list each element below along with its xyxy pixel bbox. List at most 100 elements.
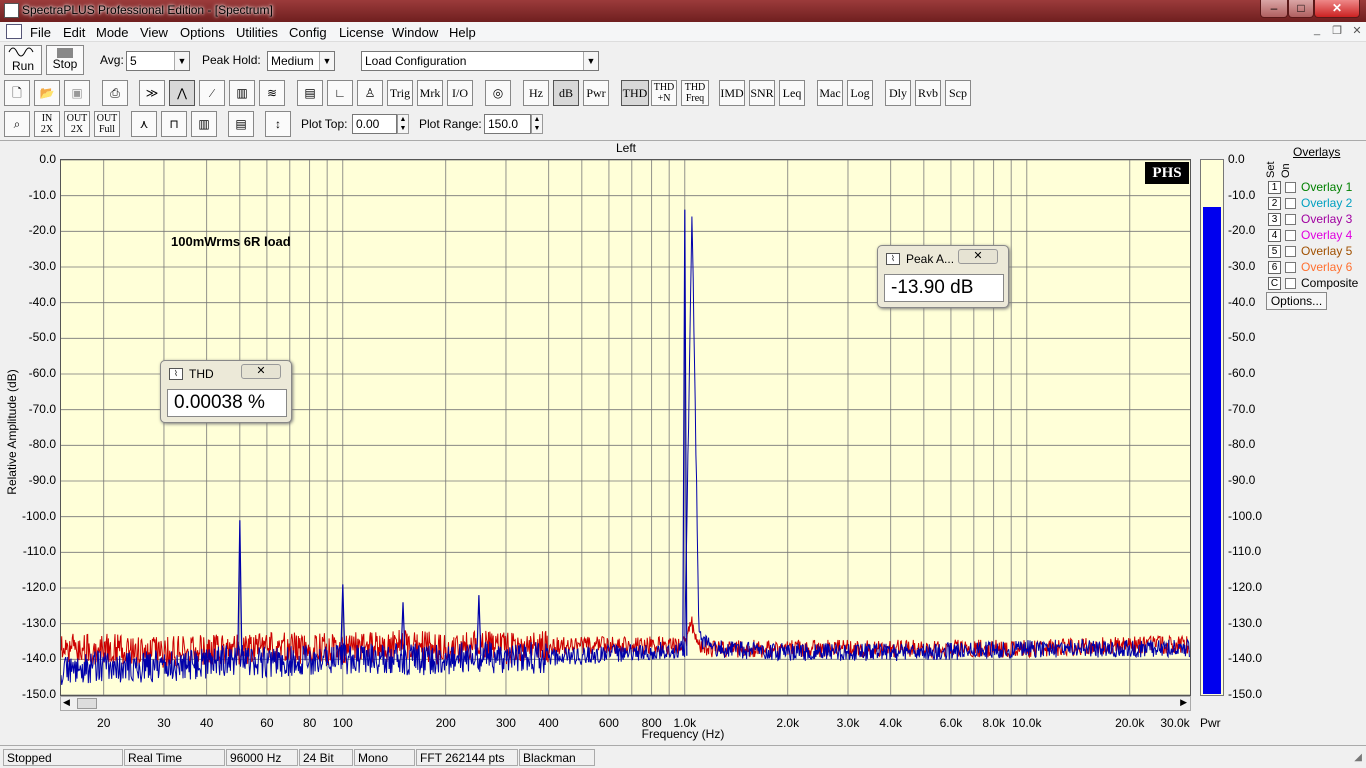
menu-window[interactable]: Window [392, 25, 438, 40]
print-icon[interactable]: ⎙ [102, 80, 128, 106]
menu-view[interactable]: View [140, 25, 168, 40]
y-tick-label: -20.0 [28, 223, 56, 238]
x-tick-label: 300 [495, 716, 516, 730]
axis-icon[interactable]: ∟ [327, 80, 353, 106]
peak-amplitude-window[interactable]: ⌇ Peak A... ✕ -13.90 dB [877, 245, 1009, 308]
scroll-thumb[interactable] [77, 698, 97, 709]
menu-mode[interactable]: Mode [96, 25, 129, 40]
vertical-scale-icon[interactable]: ↕ [265, 111, 291, 137]
overlay-set-button[interactable]: 4 [1268, 229, 1281, 242]
overlay-checkbox[interactable] [1285, 182, 1296, 193]
configuration-select[interactable]: Load Configuration ▼ [361, 51, 599, 71]
pwr-button[interactable]: Pwr [583, 80, 609, 106]
peak-shape-icon[interactable]: ⋏ [131, 111, 157, 137]
spectrum-plot[interactable]: 100mWrms 6R load PHS [60, 159, 1191, 696]
overlay-set-button[interactable]: 5 [1268, 245, 1281, 258]
menu-edit[interactable]: Edit [63, 25, 85, 40]
menu-options[interactable]: Options [180, 25, 225, 40]
open-folder-icon[interactable]: 📂 [34, 80, 60, 106]
time-series-icon[interactable]: ∕ [199, 80, 225, 106]
3d-surface-icon[interactable]: ≋ [259, 80, 285, 106]
leq-button[interactable]: Leq [779, 80, 805, 106]
mrk-button[interactable]: Mrk [417, 80, 443, 106]
octave-bars-icon[interactable]: ⊓ [161, 111, 187, 137]
close-icon[interactable]: ✕ [958, 249, 998, 264]
overlay-checkbox[interactable] [1285, 262, 1296, 273]
overlay-checkbox[interactable] [1285, 198, 1296, 209]
overlay-checkbox[interactable] [1285, 214, 1296, 225]
scroll-left-icon[interactable]: ◀ [63, 697, 70, 708]
hz-button[interactable]: Hz [523, 80, 549, 106]
db-button[interactable]: dB [553, 80, 579, 106]
log-button[interactable]: Log [847, 80, 873, 106]
mdi-minimize-icon[interactable]: _ [1308, 24, 1326, 39]
peakhold-select[interactable]: Medium ▼ [267, 51, 335, 71]
scp-button[interactable]: Scp [945, 80, 971, 106]
overlay-set-button[interactable]: C [1268, 277, 1281, 290]
menu-config[interactable]: Config [289, 25, 327, 40]
menu-file[interactable]: File [30, 25, 51, 40]
horizontal-scrollbar[interactable]: ◀ ▶ [60, 696, 1191, 711]
avg-select[interactable]: 5 ▼ [126, 51, 190, 71]
spectrum-icon[interactable]: ⋀ [169, 80, 195, 106]
overlay-set-button[interactable]: 3 [1268, 213, 1281, 226]
mdi-restore-icon[interactable]: ❐ [1328, 24, 1346, 39]
overlay-checkbox[interactable] [1285, 246, 1296, 257]
imd-button[interactable]: IMD [719, 80, 745, 106]
resize-grip-icon[interactable]: ◢ [1354, 752, 1362, 763]
spectrogram-icon[interactable]: ▥ [229, 80, 255, 106]
power-tick-label: -80.0 [1228, 437, 1256, 452]
x-tick-label: 2.0k [776, 716, 800, 730]
x-tick-label: 600 [598, 716, 619, 730]
menu-utilities[interactable]: Utilities [236, 25, 278, 40]
maximize-button[interactable]: □ [1288, 0, 1314, 18]
overlay-set-button[interactable]: 6 [1268, 261, 1281, 274]
y-tick-label: -50.0 [28, 330, 56, 345]
menu-help[interactable]: Help [449, 25, 476, 40]
overlay-options-button[interactable]: Options... [1266, 292, 1327, 310]
dly-button[interactable]: Dly [885, 80, 911, 106]
overlay-checkbox[interactable] [1285, 230, 1296, 241]
plotrange-input[interactable]: 150.0 [484, 114, 531, 134]
plottop-spinner[interactable]: ▲ ▼ [397, 114, 409, 134]
document-icon[interactable] [6, 24, 22, 39]
save-icon[interactable]: ▣ [64, 80, 90, 106]
plottop-input[interactable]: 0.00 [352, 114, 397, 134]
new-file-icon[interactable]: 🗋 [4, 80, 30, 106]
overlay-set-button[interactable]: 1 [1268, 181, 1281, 194]
x-tick-label: 3.0k [836, 716, 860, 730]
overlay-set-button[interactable]: 2 [1268, 197, 1281, 210]
mac-button[interactable]: Mac [817, 80, 843, 106]
harmonic-peak [476, 595, 482, 656]
magnifier-icon[interactable]: ⌕ [4, 111, 30, 137]
stop-button[interactable]: Stop [46, 45, 84, 75]
run-button[interactable]: Run [4, 45, 42, 75]
thd-button[interactable]: THD [621, 80, 649, 106]
snr-button[interactable]: SNR [749, 80, 775, 106]
trig-button[interactable]: Trig [387, 80, 413, 106]
close-button[interactable]: ✕ [1314, 0, 1360, 18]
thd-n-button[interactable]: THD +N [651, 80, 677, 106]
thd-freq-button[interactable]: THD Freq [681, 80, 709, 106]
io-button[interactable]: I/O [447, 80, 473, 106]
minimize-button[interactable]: – [1260, 0, 1288, 18]
generator-icon[interactable]: ♙ [357, 80, 383, 106]
fast-forward-icon[interactable]: ≫ [139, 80, 165, 106]
sine-icon [8, 47, 34, 57]
plot-properties-icon[interactable]: ▤ [228, 111, 254, 137]
overlay-checkbox[interactable] [1285, 278, 1296, 289]
signal-generator-icon[interactable]: ◎ [485, 80, 511, 106]
bar-graph-icon[interactable]: ▥ [191, 111, 217, 137]
rvb-button[interactable]: Rvb [915, 80, 941, 106]
settings-panel-icon[interactable]: ▤ [297, 80, 323, 106]
plotrange-spinner[interactable]: ▲ ▼ [531, 114, 543, 134]
zoom-out-2x-button[interactable]: OUT 2X [64, 111, 90, 137]
zoom-in-2x-button[interactable]: IN 2X [34, 111, 60, 137]
peak-amplitude-value: -13.90 dB [884, 274, 1004, 302]
close-icon[interactable]: ✕ [241, 364, 281, 379]
scroll-right-icon[interactable]: ▶ [1180, 697, 1187, 708]
thd-meter-window[interactable]: ⌇ THD ✕ 0.00038 % [160, 360, 292, 423]
menu-license[interactable]: License [339, 25, 384, 40]
zoom-out-full-button[interactable]: OUT Full [94, 111, 120, 137]
mdi-close-icon[interactable]: ✕ [1348, 24, 1366, 39]
